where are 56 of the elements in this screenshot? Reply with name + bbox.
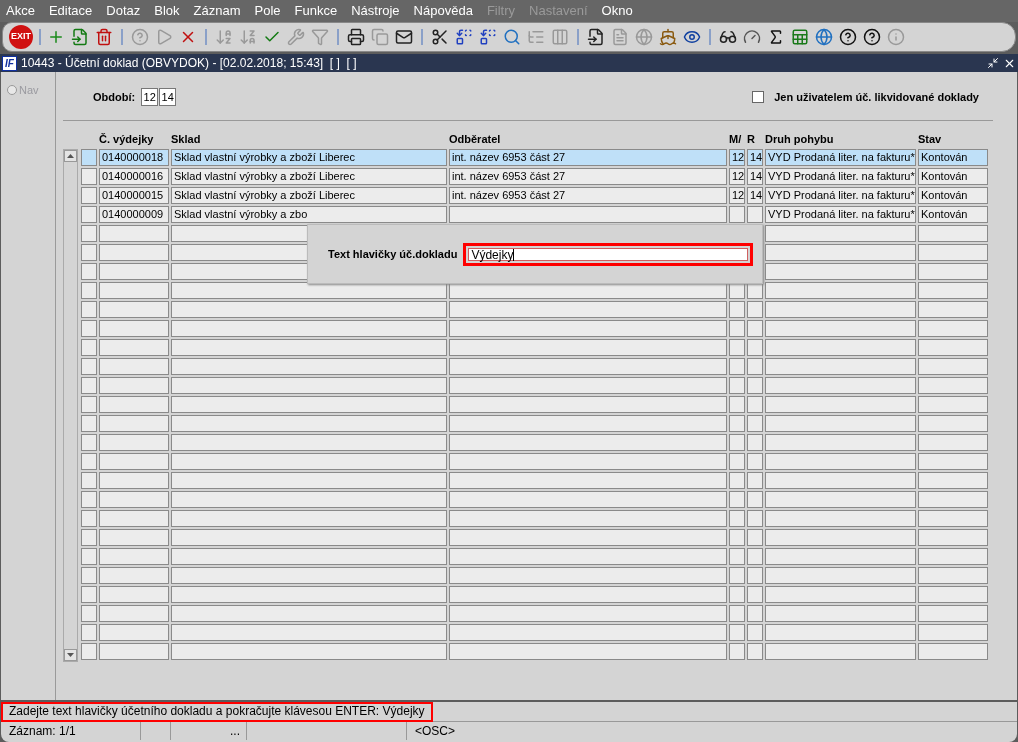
nav-label: Nav [19, 83, 39, 98]
menu-item[interactable]: Nápověda [413, 1, 473, 21]
table-cell: Sklad vlastní výrobky a zboží Liberec [171, 168, 447, 185]
checkbox-label: Jen uživatelem úč. likvidované doklady [774, 89, 979, 105]
year-field[interactable]: 14 [159, 88, 177, 106]
status-ellipsis: ... [171, 722, 247, 740]
table-cell: Kontován [918, 206, 988, 223]
table-cell: 14 [747, 149, 763, 166]
field-label: Text hlavičky úč.dokladu [328, 246, 458, 262]
table-cell: 0140000009 [99, 206, 169, 223]
exit-button[interactable]: EXIT [9, 25, 33, 49]
period-label: Období: [93, 89, 136, 105]
column-header: Odběratel [449, 131, 502, 147]
table-cell: int. název 6953 část 27 [449, 149, 727, 166]
table-cell: VYD Prodaná liter. na fakturu* [765, 149, 916, 166]
table-cell: Kontován [918, 168, 988, 185]
table-cell: 14 [747, 168, 763, 185]
menu-item[interactable]: Záznam [193, 1, 241, 21]
menu-item[interactable]: Nástroje [351, 1, 400, 21]
app-logo: IF [2, 55, 17, 71]
menu-item[interactable]: Funkce [294, 1, 338, 21]
menu-item[interactable]: Pole [254, 1, 281, 21]
table-cell: Kontován [918, 187, 988, 204]
column-header: Druh pohybu [765, 131, 835, 147]
menu-item[interactable]: Blok [154, 1, 180, 21]
table-cell: int. název 6953 část 27 [449, 168, 727, 185]
table-cell: VYD Prodaná liter. na fakturu* [765, 206, 916, 223]
table-cell: 12 [729, 187, 745, 204]
window-title: 10443 - Účetní doklad (OBVYDOK) - [02.02.2018; 15:43] [ ] [ ] [21, 54, 357, 72]
menu-item[interactable]: Editace [48, 1, 93, 21]
table-cell: VYD Prodaná liter. na fakturu* [765, 187, 916, 204]
table-cell: 0140000015 [99, 187, 169, 204]
table-cell: Kontován [918, 149, 988, 166]
menu-item[interactable]: Akce [6, 1, 35, 21]
table-cell: 14 [747, 187, 763, 204]
mode-indicator: <OSC> [414, 723, 457, 740]
table-cell: 12 [729, 149, 745, 166]
table-cell: Sklad vlastní výrobky a zboží Liberec [171, 187, 447, 204]
month-field[interactable]: 12 [141, 88, 159, 106]
record-counter: Záznam: 1/1 [1, 722, 141, 740]
column-header: R [747, 131, 756, 147]
status-message: Zadejte text hlavičky účetního dokladu a pokračujte klávesou ENTER: Výdejky [1, 701, 433, 722]
column-header: Č. výdejky [99, 131, 155, 147]
table-cell: Sklad vlastní výrobky a zboží Liberec [171, 149, 447, 166]
menu-item[interactable]: Dotaz [106, 1, 141, 21]
table-cell: 0140000016 [99, 168, 169, 185]
table-cell: 0140000018 [99, 149, 169, 166]
header-text-field[interactable]: Výdejky [463, 242, 754, 266]
column-header: Sklad [171, 131, 202, 147]
table-cell: VYD Prodaná liter. na fakturu* [765, 168, 916, 185]
table-cell: int. název 6953 část 27 [449, 187, 727, 204]
table-cell: Sklad vlastní výrobky a zbo [171, 206, 447, 223]
column-header: Stav [918, 131, 943, 147]
column-header: M/ [729, 131, 743, 147]
menu-item[interactable]: Okno [601, 1, 633, 21]
table-cell: 12 [729, 168, 745, 185]
